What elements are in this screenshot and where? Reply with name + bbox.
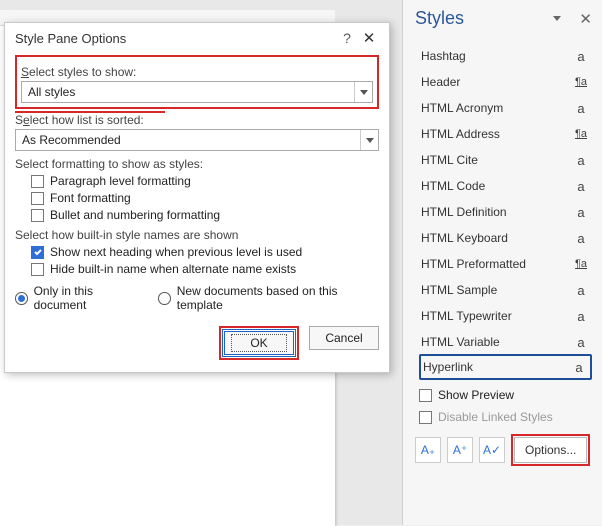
style-item-html-acronym[interactable]: HTML Acronyma (421, 95, 590, 121)
style-item-html-typewriter[interactable]: HTML Typewritera (421, 303, 590, 329)
show-preview-checkbox[interactable]: Show Preview (419, 384, 590, 406)
checkbox-icon (31, 192, 44, 205)
style-item-html-keyboard[interactable]: HTML Keyboarda (421, 225, 590, 251)
check-hide-builtin[interactable]: Hide built-in name when alternate name e… (31, 262, 379, 276)
check-paragraph-formatting[interactable]: Paragraph level formatting (31, 174, 379, 188)
pane-close-icon[interactable]: ✕ (579, 10, 592, 28)
options-button[interactable]: Options... (514, 437, 587, 463)
checkbox-icon (419, 411, 432, 424)
style-inspector-icon: A⁺ (453, 443, 467, 457)
new-style-button[interactable]: A₊ (415, 437, 441, 463)
style-item-html-cite[interactable]: HTML Citea (421, 147, 590, 173)
style-item-html-code[interactable]: HTML Codea (421, 173, 590, 199)
checkbox-icon (31, 246, 44, 259)
checkbox-icon (419, 389, 432, 402)
new-style-icon: A₊ (421, 443, 435, 457)
checkbox-icon (31, 175, 44, 188)
combo-styles-to-show-value: All styles (22, 85, 354, 99)
manage-styles-button[interactable]: A✓ (479, 437, 505, 463)
close-icon[interactable]: ✕ (357, 29, 381, 47)
style-item-html-address[interactable]: HTML Address¶a (421, 121, 590, 147)
radio-new-documents-label: New documents based on this template (177, 284, 379, 312)
dialog-titlebar: Style Pane Options ? ✕ (5, 23, 389, 51)
check-bullet-formatting[interactable]: Bullet and numbering formatting (31, 208, 379, 222)
style-item-html-definition[interactable]: HTML Definitiona (421, 199, 590, 225)
styles-pane-title: Styles (415, 8, 553, 29)
chevron-down-icon[interactable] (360, 130, 378, 150)
check-show-next-heading[interactable]: Show next heading when previous level is… (31, 245, 379, 259)
style-item-html-variable[interactable]: HTML Variablea (421, 329, 590, 355)
label-formatting-show: Select formatting to show as styles: (15, 157, 379, 171)
dialog-title: Style Pane Options (15, 31, 337, 46)
style-pane-options-dialog: Style Pane Options ? ✕ Select styles to … (4, 22, 390, 373)
checkbox-icon (31, 263, 44, 276)
combo-sort-value: As Recommended (16, 133, 360, 147)
style-item-html-sample[interactable]: HTML Samplea (421, 277, 590, 303)
combo-styles-to-show[interactable]: All styles (21, 81, 373, 103)
combo-sort[interactable]: As Recommended (15, 129, 379, 151)
style-item-html-preformatted[interactable]: HTML Preformatted¶a (421, 251, 590, 277)
label-how-sorted: Select how list is sorted: (15, 113, 379, 127)
radio-only-this-document-label: Only in this document (34, 284, 145, 312)
style-item-hashtag[interactable]: Hashtaga (421, 43, 590, 69)
cancel-button[interactable]: Cancel (309, 326, 379, 350)
help-icon[interactable]: ? (337, 30, 357, 46)
radio-new-documents[interactable] (158, 292, 171, 305)
check-font-formatting[interactable]: Font formatting (31, 191, 379, 205)
chevron-down-icon[interactable] (354, 82, 372, 102)
style-item-header[interactable]: Header¶a (421, 69, 590, 95)
disable-linked-styles-checkbox[interactable]: Disable Linked Styles (419, 406, 590, 428)
manage-styles-icon: A✓ (483, 443, 501, 457)
label-select-styles: Select styles to show: (21, 65, 373, 79)
pane-menu-dropdown-icon[interactable] (553, 16, 561, 21)
style-item-hyperlink[interactable]: Hyperlinka (419, 354, 592, 380)
label-builtin-shown: Select how built-in style names are show… (15, 228, 379, 242)
radio-only-this-document[interactable] (15, 292, 28, 305)
style-inspector-button[interactable]: A⁺ (447, 437, 473, 463)
styles-list: Hashtaga Header¶a HTML Acronyma HTML Add… (403, 39, 602, 380)
styles-pane-header: Styles ✕ (403, 0, 602, 39)
dialog-button-row: OK Cancel (15, 326, 379, 360)
checkbox-icon (31, 209, 44, 222)
styles-pane-toolbar: A₊ A⁺ A✓ Options... (403, 428, 602, 476)
styles-pane: Styles ✕ Hashtaga Header¶a HTML Acronyma… (402, 0, 602, 525)
radio-scope-row: Only in this document New documents base… (15, 284, 379, 312)
styles-pane-bottom: Show Preview Disable Linked Styles (403, 384, 602, 428)
dialog-body: Select styles to show: All styles Select… (5, 51, 389, 372)
ok-button[interactable]: OK (224, 331, 294, 355)
